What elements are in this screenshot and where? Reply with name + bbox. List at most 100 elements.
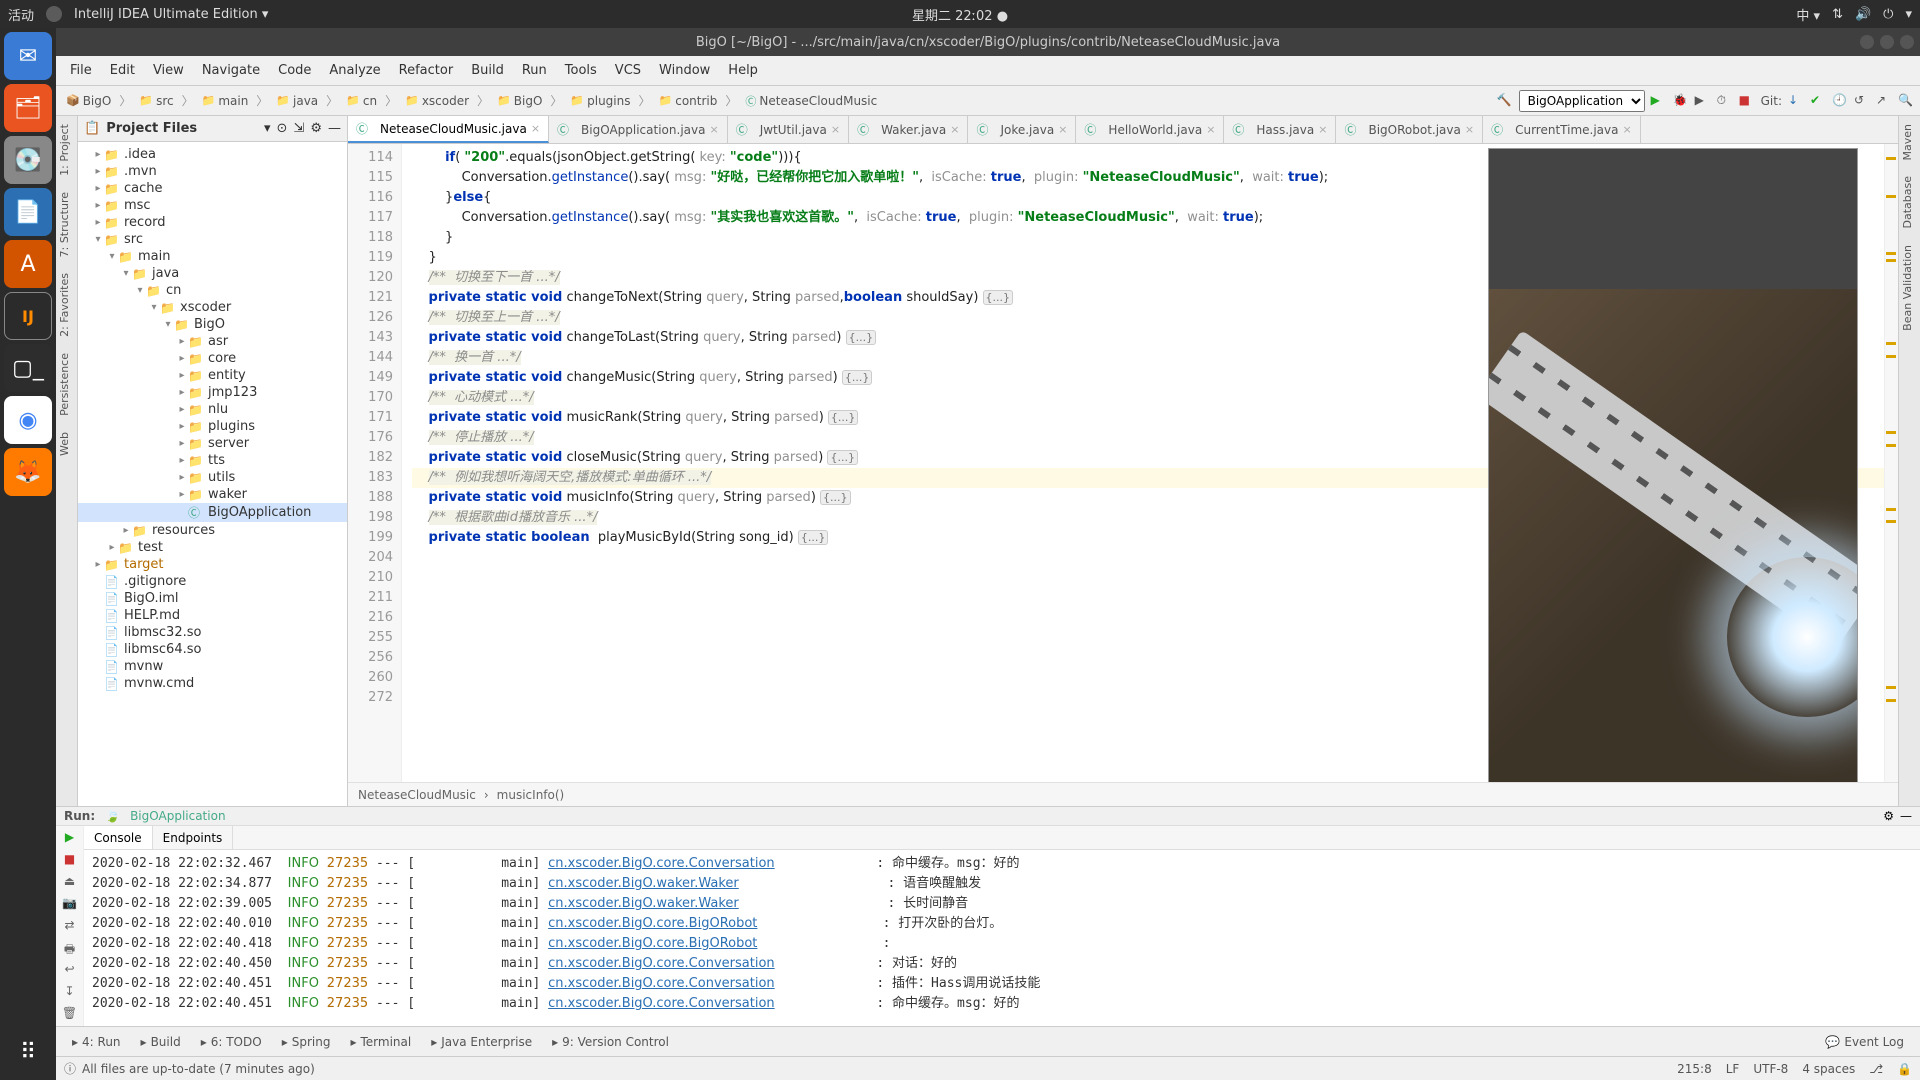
tab-bigorobot[interactable]: BigORobot.java× (1336, 116, 1483, 143)
menu-file[interactable]: File (62, 59, 100, 82)
tab-jwtutil[interactable]: JwtUtil.java× (728, 116, 849, 143)
rerun-icon[interactable]: ▶ (62, 830, 78, 846)
dock-chrome-icon[interactable]: ◉ (4, 396, 52, 444)
tree-item--gitignore[interactable]: .gitignore (78, 573, 347, 590)
dock-firefox-icon[interactable]: 🦊 (4, 448, 52, 496)
project-tree[interactable]: ▸.idea▸.mvn▸cache▸msc▸record▾src▾main▾ja… (78, 142, 347, 806)
dock-apps-icon[interactable]: ⠿ (4, 1028, 52, 1076)
menu-run[interactable]: Run (514, 59, 555, 82)
dock-files-icon[interactable]: 🗂 (4, 84, 52, 132)
bottom-tool-build[interactable]: ▸Build (131, 1031, 191, 1053)
search-icon[interactable]: 🔍 (1898, 93, 1914, 109)
minimize-button[interactable] (1860, 35, 1874, 49)
tree-item-core[interactable]: ▸core (78, 350, 347, 367)
tab-currenttime[interactable]: CurrentTime.java× (1483, 116, 1641, 143)
tree-item-bigo[interactable]: ▾BigO (78, 316, 347, 333)
menu-edit[interactable]: Edit (102, 59, 143, 82)
tree-item-tts[interactable]: ▸tts (78, 452, 347, 469)
dock-disks-icon[interactable]: 💽 (4, 136, 52, 184)
tab-helloworld[interactable]: HelloWorld.java× (1076, 116, 1224, 143)
breadcrumb-src[interactable]: src (135, 92, 177, 110)
status-icon[interactable]: ⓘ (64, 1060, 76, 1077)
bottom-tool-spring[interactable]: ▸Spring (272, 1031, 341, 1053)
webcam-preview[interactable] (1488, 148, 1858, 782)
menu-analyze[interactable]: Analyze (321, 59, 388, 82)
commit-icon[interactable]: ✔ (1810, 93, 1826, 109)
dock-intellij-icon[interactable]: IJ (4, 292, 52, 340)
tab-hass[interactable]: Hass.java× (1224, 116, 1336, 143)
bottom-tool-java-enterprise[interactable]: ▸Java Enterprise (421, 1031, 542, 1053)
tree-item-libmsc64-so[interactable]: libmsc64.so (78, 641, 347, 658)
system-chevron-icon[interactable]: ▾ (1905, 7, 1912, 22)
power-icon[interactable]: ⏻ (1883, 7, 1893, 22)
exit-icon[interactable]: ⏏ (62, 874, 78, 890)
tree-item-help-md[interactable]: HELP.md (78, 607, 347, 624)
dock-terminal-icon[interactable]: ▢_ (4, 344, 52, 392)
tree-item-nlu[interactable]: ▸nlu (78, 401, 347, 418)
tree-item-msc[interactable]: ▸msc (78, 197, 347, 214)
tree-item-jmp123[interactable]: ▸jmp123 (78, 384, 347, 401)
maximize-button[interactable] (1880, 35, 1894, 49)
menu-code[interactable]: Code (270, 59, 319, 82)
history-icon[interactable]: 🕘 (1832, 93, 1848, 109)
run-tab-endpoints[interactable]: Endpoints (153, 826, 234, 849)
tree-item-cache[interactable]: ▸cache (78, 180, 347, 197)
breadcrumb-main[interactable]: main (198, 92, 253, 110)
tree-item-xscoder[interactable]: ▾xscoder (78, 299, 347, 316)
locate-icon[interactable]: ⊙ (277, 121, 288, 136)
indent-info[interactable]: 4 spaces (1802, 1062, 1855, 1076)
tree-item-resources[interactable]: ▸resources (78, 522, 347, 539)
bottom-tool-9-version-control[interactable]: ▸9: Version Control (542, 1031, 679, 1053)
collapse-icon[interactable]: ⇲ (293, 121, 304, 136)
run-icon[interactable]: ▶ (1651, 93, 1667, 109)
git-branch-icon[interactable]: ⎇ (1869, 1062, 1883, 1076)
menu-window[interactable]: Window (651, 59, 718, 82)
print-icon[interactable]: 🖶 (62, 940, 78, 956)
error-stripe[interactable] (1884, 144, 1898, 782)
left-stripe-persistence[interactable]: Persistence (56, 345, 77, 424)
settings-icon[interactable]: ⚙ (310, 121, 322, 136)
update-icon[interactable]: ↓ (1788, 93, 1804, 109)
tree-item-test[interactable]: ▸test (78, 539, 347, 556)
layout-icon[interactable]: ⇄ (62, 918, 78, 934)
tab-joke[interactable]: Joke.java× (968, 116, 1076, 143)
run-hide-icon[interactable]: — (1900, 809, 1912, 823)
push-icon[interactable]: ↗ (1876, 93, 1892, 109)
tree-item-target[interactable]: ▸target (78, 556, 347, 573)
tree-item-java[interactable]: ▾java (78, 265, 347, 282)
tree-item-bigo-iml[interactable]: BigO.iml (78, 590, 347, 607)
tree-item-asr[interactable]: ▸asr (78, 333, 347, 350)
menu-help[interactable]: Help (720, 59, 766, 82)
file-encoding[interactable]: UTF-8 (1753, 1062, 1788, 1076)
project-view-chevron-icon[interactable]: ▾ (264, 121, 271, 136)
breadcrumb-neteasecloudmusic[interactable]: NeteaseCloudMusic (741, 91, 881, 111)
tab-waker[interactable]: Waker.java× (849, 116, 968, 143)
lock-icon[interactable]: 🔒 (1897, 1062, 1912, 1076)
editor-body[interactable]: 1141151161171181191201211261431441491701… (348, 144, 1898, 782)
breadcrumb-contrib[interactable]: contrib (655, 92, 722, 110)
event-log-button[interactable]: 💬 Event Log (1815, 1031, 1914, 1053)
breadcrumb-bigo[interactable]: BigO (62, 92, 115, 110)
breadcrumb-plugins[interactable]: plugins (566, 92, 634, 110)
menu-vcs[interactable]: VCS (607, 59, 649, 82)
tree-item--mvn[interactable]: ▸.mvn (78, 163, 347, 180)
menu-refactor[interactable]: Refactor (391, 59, 462, 82)
tree-item-utils[interactable]: ▸utils (78, 469, 347, 486)
tree-item-plugins[interactable]: ▸plugins (78, 418, 347, 435)
breadcrumb-bigo[interactable]: BigO (493, 92, 546, 110)
tree-item-bigoapplication[interactable]: BigOApplication (78, 503, 347, 522)
build-icon[interactable]: 🔨 (1497, 93, 1513, 109)
left-stripe-7-structure[interactable]: 7: Structure (56, 184, 77, 265)
tree-item-main[interactable]: ▾main (78, 248, 347, 265)
run-tab-console[interactable]: Console (84, 826, 153, 849)
run-config-select[interactable]: BigOApplication (1519, 90, 1645, 112)
camera-icon[interactable]: 📷 (62, 896, 78, 912)
app-menu[interactable]: IntelliJ IDEA Ultimate Edition ▾ (74, 7, 268, 22)
right-stripe-database[interactable]: Database (1899, 168, 1920, 237)
menu-build[interactable]: Build (463, 59, 512, 82)
right-stripe-maven[interactable]: Maven (1899, 116, 1920, 168)
console[interactable]: 2020-02-18 22:02:32.467 INFO 27235 --- [… (84, 850, 1920, 1026)
project-view-title[interactable]: Project Files (106, 121, 258, 136)
bottom-tool-4-run[interactable]: ▸4: Run (62, 1031, 131, 1053)
dock-software-icon[interactable]: A (4, 240, 52, 288)
